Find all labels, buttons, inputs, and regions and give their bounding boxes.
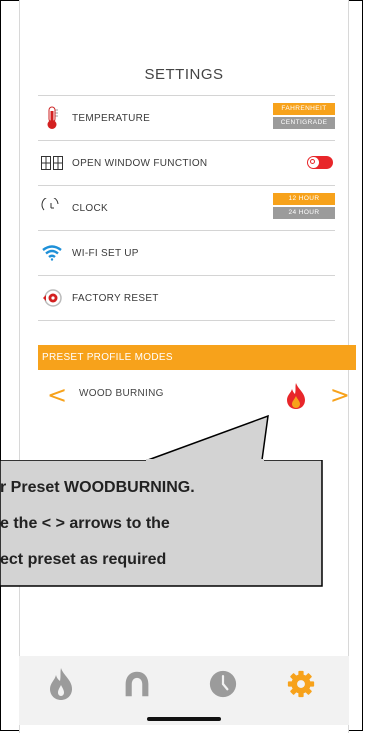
tab-clock[interactable]	[209, 667, 237, 701]
window-icon	[40, 151, 64, 175]
profile-icon	[125, 671, 149, 697]
settings-list: TEMPERATURE FAHRENHEIT CENTIGRADE OPEN W…	[38, 95, 335, 321]
callout-line-2: e the < > arrows to the	[0, 515, 170, 532]
thermometer-icon	[40, 106, 64, 130]
clock-format-selector: 12 HOUR 24 HOUR	[273, 193, 335, 221]
settings-row-temperature: TEMPERATURE FAHRENHEIT CENTIGRADE	[38, 95, 335, 141]
callout-line-3: ect preset as required	[0, 551, 167, 568]
preset-header: PRESET PROFILE MODES	[38, 345, 356, 370]
temperature-unit-selector: FAHRENHEIT CENTIGRADE	[273, 103, 335, 131]
fahrenheit-option[interactable]: FAHRENHEIT	[273, 103, 335, 115]
open-window-label: OPEN WINDOW FUNCTION	[72, 157, 208, 169]
24-hour-option[interactable]: 24 HOUR	[273, 207, 335, 219]
preset-current-name: WOOD BURNING	[79, 388, 164, 399]
callout-line-1: r Preset WOODBURNING.	[0, 479, 195, 496]
12-hour-option[interactable]: 12 HOUR	[273, 193, 335, 205]
centigrade-option[interactable]: CENTIGRADE	[273, 117, 335, 129]
clock-icon	[209, 670, 237, 698]
clock-1224-icon	[40, 196, 64, 220]
bottom-tab-bar	[19, 656, 349, 725]
gear-icon	[287, 670, 315, 698]
home-indicator	[147, 717, 221, 721]
factory-reset-label: FACTORY RESET	[72, 292, 159, 304]
power-icon	[308, 157, 319, 168]
page-title: SETTINGS	[144, 66, 224, 83]
tab-flame[interactable]	[47, 667, 75, 701]
phone-screen: SETTINGS TEMPERATURE FAHRENHEIT CENTIGRA…	[19, 0, 356, 733]
settings-row-factory-reset[interactable]: FACTORY RESET	[38, 276, 335, 321]
preset-prev-arrow[interactable]: <	[47, 381, 67, 409]
preset-selector: < WOOD BURNING >	[38, 375, 356, 415]
factory-reset-icon	[40, 286, 64, 310]
preset-next-arrow[interactable]: >	[330, 381, 350, 409]
wifi-icon	[40, 241, 64, 265]
settings-row-wifi[interactable]: WI-FI SET UP	[38, 231, 335, 276]
temperature-label: TEMPERATURE	[72, 112, 151, 124]
flame-icon	[286, 383, 306, 414]
tab-profile[interactable]	[123, 667, 151, 701]
settings-row-open-window: OPEN WINDOW FUNCTION	[38, 141, 335, 186]
clock-label: CLOCK	[72, 202, 108, 214]
flame-icon	[50, 668, 72, 700]
settings-row-clock: CLOCK 12 HOUR 24 HOUR	[38, 186, 335, 231]
tab-settings[interactable]	[287, 667, 315, 701]
open-window-toggle[interactable]	[307, 156, 333, 169]
wifi-label: WI-FI SET UP	[72, 247, 139, 259]
